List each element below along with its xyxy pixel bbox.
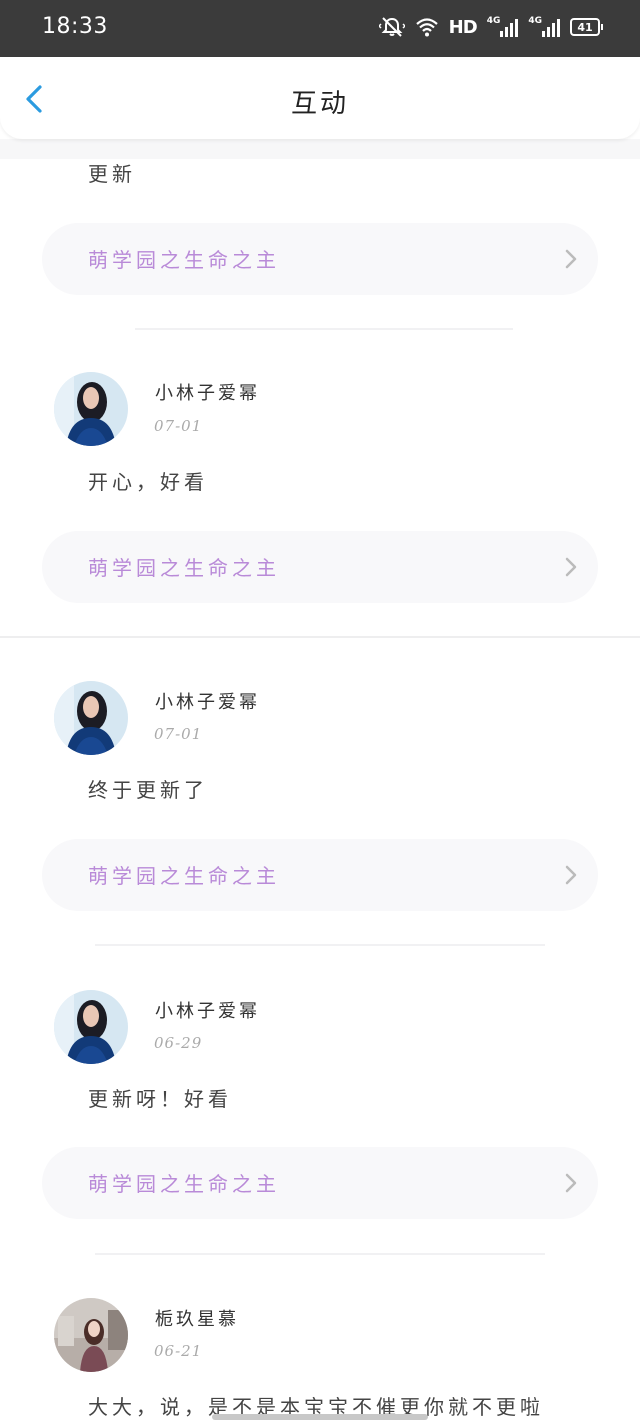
book-title: 萌学园之生命之主 xyxy=(88,864,280,888)
chevron-right-icon xyxy=(564,1172,578,1194)
nav-shadow-band xyxy=(0,139,640,159)
comment-text: 更新 xyxy=(88,162,136,186)
avatar[interactable] xyxy=(54,681,128,755)
top-navigation-bar: 互动 xyxy=(0,57,640,139)
comment-text: 更新呀！好看 xyxy=(88,1087,232,1111)
book-card[interactable]: 萌学园之生命之主 xyxy=(42,1147,598,1219)
book-title: 萌学园之生命之主 xyxy=(88,1172,280,1196)
comment-date: 06-29 xyxy=(154,1034,203,1052)
divider xyxy=(135,328,513,330)
book-title: 萌学园之生命之主 xyxy=(88,248,280,272)
home-indicator[interactable] xyxy=(212,1414,428,1420)
divider xyxy=(95,1253,545,1255)
comment-text: 终于更新了 xyxy=(88,778,208,802)
divider xyxy=(0,636,640,638)
comment-text: 开心，好看 xyxy=(88,470,208,494)
chevron-right-icon xyxy=(564,556,578,578)
book-card[interactable]: 萌学园之生命之主 xyxy=(42,223,598,295)
username: 栀玖星慕 xyxy=(155,1309,239,1330)
book-card[interactable]: 萌学园之生命之主 xyxy=(42,839,598,911)
page-title: 互动 xyxy=(290,89,349,119)
avatar[interactable] xyxy=(54,1298,128,1372)
book-card[interactable]: 萌学园之生命之主 xyxy=(42,531,598,603)
username: 小林子爱幂 xyxy=(155,383,260,404)
interaction-feed: 更新 萌学园之生命之主 小林子爱幂 07-01 开心，好看 萌学园之生命之主 小… xyxy=(0,0,640,1422)
username: 小林子爱幂 xyxy=(155,1001,260,1022)
avatar[interactable] xyxy=(54,990,128,1064)
comment-date: 06-21 xyxy=(154,1342,203,1360)
chevron-right-icon xyxy=(564,248,578,270)
avatar[interactable] xyxy=(54,372,128,446)
comment-date: 07-01 xyxy=(154,725,203,743)
username: 小林子爱幂 xyxy=(155,692,260,713)
divider xyxy=(95,944,545,946)
chevron-right-icon xyxy=(564,864,578,886)
book-title: 萌学园之生命之主 xyxy=(88,556,280,580)
comment-date: 07-01 xyxy=(154,417,203,435)
